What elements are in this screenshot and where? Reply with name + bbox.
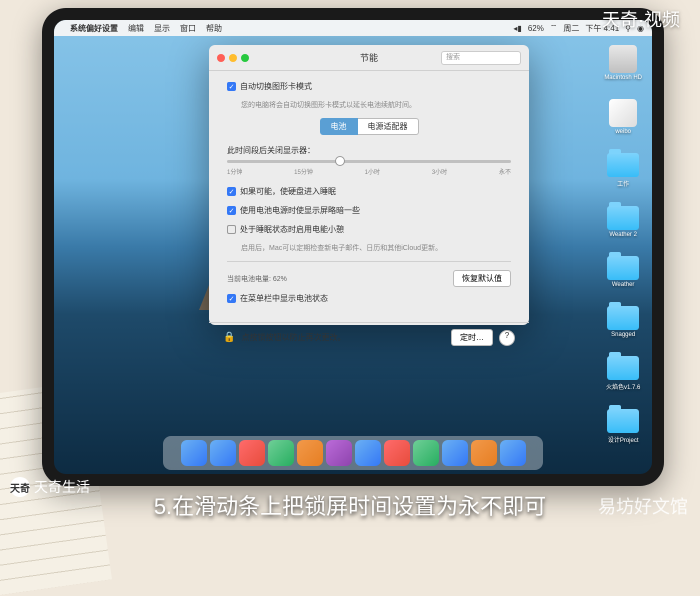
desktop-folder[interactable]: weibo — [609, 99, 637, 135]
app-menu[interactable]: 系统偏好设置 — [70, 23, 118, 34]
tab-adapter[interactable]: 电源适配器 — [358, 118, 419, 135]
folder-icon — [607, 306, 639, 330]
window-titlebar[interactable]: 节能 搜索 — [209, 45, 529, 71]
help-button[interactable]: ? — [499, 330, 515, 346]
folder-icon — [607, 356, 639, 380]
desktop-folder[interactable]: 工作 — [607, 153, 639, 188]
battery-icon[interactable]: ◂▮ — [513, 24, 521, 33]
hdd-sleep-label: 如果可能，使硬盘进入睡眠 — [240, 186, 336, 197]
desktop-folder[interactable]: Snagged — [607, 306, 639, 338]
minimize-icon[interactable] — [229, 54, 237, 62]
dock-app[interactable] — [210, 440, 236, 466]
power-nap-desc: 启用后，Mac可以定期检查新电子邮件、日历和其他iCloud更新。 — [241, 243, 511, 253]
dock-app[interactable] — [413, 440, 439, 466]
screen: 系统偏好设置 编辑 显示 窗口 帮助 ◂▮ 62% ⌔ 周二 下午 4:41 ⚲… — [54, 20, 652, 474]
close-icon[interactable] — [217, 54, 225, 62]
battery-status-text: 当前电池电量: 62% — [227, 274, 287, 284]
hdd-sleep-checkbox[interactable]: ✓ — [227, 187, 236, 196]
dock-app[interactable] — [500, 440, 526, 466]
lock-icon[interactable]: 🔒 — [223, 332, 235, 343]
auto-graphics-desc: 您的电脑将会自动切换图形卡模式以延长电池续航时间。 — [241, 100, 511, 110]
desktop-icons: Macintosh HD weibo 工作 Weather 2 Weather … — [604, 45, 642, 444]
menu-edit[interactable]: 编辑 — [128, 23, 144, 34]
dock-app[interactable] — [471, 440, 497, 466]
desktop-folder[interactable]: 设计Project — [607, 409, 639, 444]
menubar: 系统偏好设置 编辑 显示 窗口 帮助 ◂▮ 62% ⌔ 周二 下午 4:41 ⚲… — [54, 20, 652, 36]
dock-app[interactable] — [442, 440, 468, 466]
desktop-folder[interactable]: Weather — [607, 256, 639, 288]
image-icon — [609, 99, 637, 127]
menubar-battery-label: 在菜单栏中显示电池状态 — [240, 293, 328, 304]
slider-ticks: 1分钟 15分钟 1小时 3小时 永不 — [227, 167, 511, 176]
battery-percent: 62% — [528, 24, 544, 33]
energy-saver-window: 节能 搜索 ✓ 自动切换图形卡模式 您的电脑将会自动切换图形卡模式以延长电池续航… — [209, 45, 529, 325]
menubar-battery-checkbox[interactable]: ✓ — [227, 294, 236, 303]
dock-app[interactable] — [326, 440, 352, 466]
slider-thumb[interactable] — [335, 156, 345, 166]
menu-view[interactable]: 显示 — [154, 23, 170, 34]
power-nap-label: 处于睡眠状态时启用电能小憩 — [240, 224, 344, 235]
instruction-caption: 5.在滑动条上把锁屏时间设置为永不即可 — [0, 489, 700, 521]
search-input[interactable]: 搜索 — [441, 51, 521, 65]
dim-display-label: 使用电池电源时使显示屏略暗一些 — [240, 205, 360, 216]
dock-app[interactable] — [355, 440, 381, 466]
auto-graphics-label: 自动切换图形卡模式 — [240, 81, 312, 92]
restore-defaults-button[interactable]: 恢复默认值 — [453, 270, 511, 287]
status-day: 周二 — [563, 23, 579, 34]
schedule-button[interactable]: 定时… — [451, 329, 493, 346]
display-sleep-slider[interactable] — [227, 160, 511, 163]
folder-icon — [607, 153, 639, 177]
wifi-icon[interactable]: ⌔ — [550, 23, 558, 33]
traffic-lights — [217, 54, 249, 62]
dock-app[interactable] — [297, 440, 323, 466]
menu-window[interactable]: 窗口 — [180, 23, 196, 34]
menu-help[interactable]: 帮助 — [206, 23, 222, 34]
zoom-icon[interactable] — [241, 54, 249, 62]
dock-app[interactable] — [384, 440, 410, 466]
folder-icon — [607, 206, 639, 230]
power-nap-checkbox[interactable] — [227, 225, 236, 234]
auto-graphics-checkbox[interactable]: ✓ — [227, 82, 236, 91]
tab-battery[interactable]: 电池 — [320, 118, 358, 135]
window-title: 节能 — [360, 51, 378, 64]
desktop-drive[interactable]: Macintosh HD — [604, 45, 642, 81]
dock-app[interactable] — [239, 440, 265, 466]
desktop-folder[interactable]: 火焰色v1.7.6 — [606, 356, 640, 391]
lock-text: 点按锁按钮以防止再次更改。 — [241, 332, 345, 343]
drive-icon — [609, 45, 637, 73]
dock-app[interactable] — [268, 440, 294, 466]
dock — [163, 436, 543, 470]
display-sleep-label: 此时间段后关闭显示器： — [227, 145, 511, 156]
power-source-tabs: 电池 电源适配器 — [227, 118, 511, 135]
device-frame: 系统偏好设置 编辑 显示 窗口 帮助 ◂▮ 62% ⌔ 周二 下午 4:41 ⚲… — [42, 8, 664, 486]
dock-finder[interactable] — [181, 440, 207, 466]
dim-display-checkbox[interactable]: ✓ — [227, 206, 236, 215]
watermark-top-right: 天奇·视频 — [602, 6, 680, 32]
desktop-folder[interactable]: Weather 2 — [607, 206, 639, 238]
folder-icon — [607, 409, 639, 433]
folder-icon — [607, 256, 639, 280]
